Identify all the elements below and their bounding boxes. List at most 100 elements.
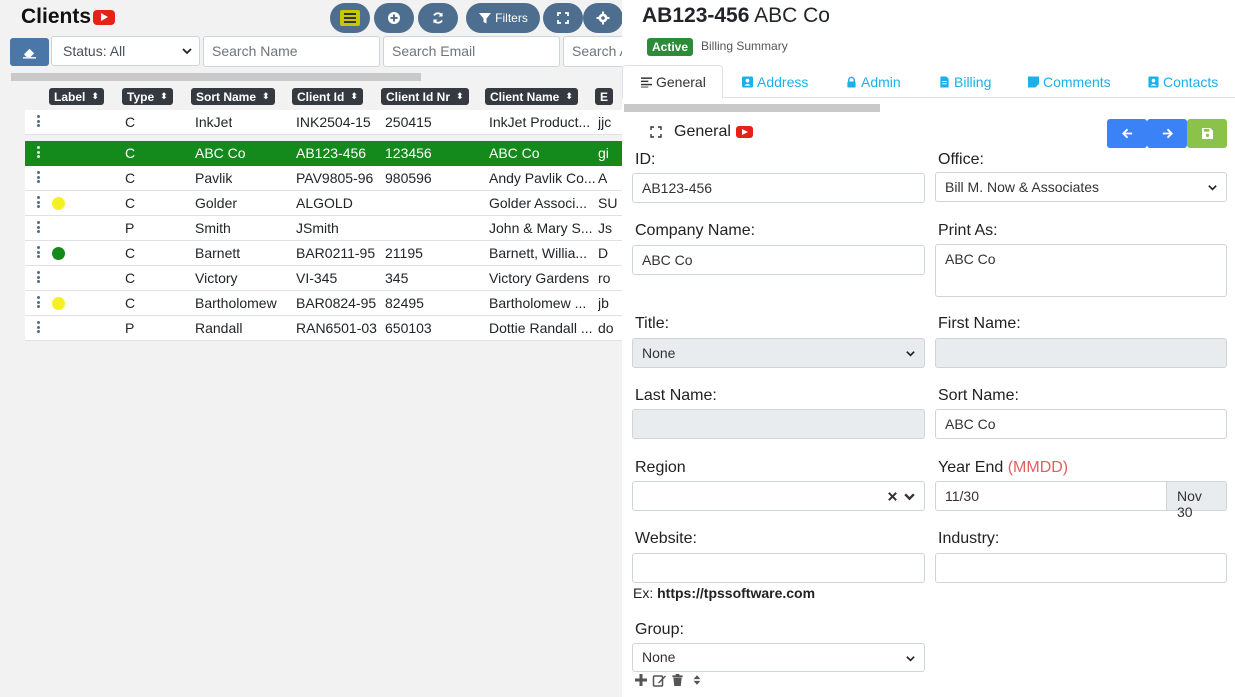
settings-button[interactable] [583,3,622,33]
table-row[interactable]: C InkJet INK2504-15 250415 InkJet Product...… [25,110,622,135]
table-row[interactable]: C Golder ALGOLD Golder Associ... SU [25,191,622,216]
cell-sort: Golder [195,195,238,211]
table-row[interactable]: C Victory VI-345 345 Victory Gardens ro [25,266,622,291]
column-header-label[interactable]: Label ⬍ [49,88,104,105]
print-as-textarea[interactable]: ABC Co [935,244,1227,297]
previous-record-button[interactable] [1107,119,1147,148]
row-menu-icon[interactable] [37,221,40,235]
cell-cnr: 980596 [385,170,432,186]
search-name-input[interactable]: Search Name [203,36,380,67]
fullscreen-button[interactable] [543,3,583,33]
table-row[interactable]: P Randall RAN6501-03 650103 Dottie Randall .… [25,316,622,341]
chevron-down-icon [906,351,915,357]
row-menu-icon[interactable] [37,296,40,310]
add-client-button[interactable] [374,3,414,33]
expand-icon[interactable] [650,126,662,138]
cell-type: C [125,270,136,286]
horizontal-scrollbar[interactable] [11,73,421,81]
group-select[interactable]: None [632,643,925,672]
clear-filters-button[interactable] [10,38,49,66]
title-select[interactable]: None [632,338,925,368]
cell-cnr: 345 [385,270,409,286]
cell-sort: InkJet [195,114,233,130]
row-menu-icon[interactable] [37,171,40,185]
website-field[interactable] [632,553,925,583]
region-select[interactable] [632,481,925,511]
chevron-down-icon [182,48,192,55]
tab-billing[interactable]: Billing [939,65,991,98]
tab-admin[interactable]: Admin [846,65,901,98]
id-field[interactable]: AB123-456 [632,173,925,203]
table-row[interactable]: C Pavlik PAV9805-96 980596 Andy Pavlik Co...… [25,166,622,191]
sort-icon: ⬍ [350,91,358,101]
search-email-input[interactable]: Search Email [383,36,560,67]
status-filter-select[interactable]: Status: All [51,36,200,66]
youtube-video-icon[interactable] [93,9,116,25]
company-name-field[interactable]: ABC Co [632,245,925,275]
cell-email: do [598,320,614,336]
tab-general[interactable]: General [622,65,723,99]
arrow-right-icon [1162,128,1173,139]
tab-address[interactable]: Address [742,65,808,98]
save-icon [1201,128,1213,139]
office-select[interactable]: Bill M. Now & Associates [935,172,1227,202]
cell-email: gi [598,145,609,161]
cell-cname: Golder Associ... [489,195,588,211]
year-end-field[interactable]: 11/30 [935,481,1167,511]
gear-icon [596,11,610,25]
row-menu-icon[interactable] [37,146,40,160]
search-other-input[interactable]: Search A [563,36,622,67]
youtube-video-icon[interactable] [735,126,753,138]
next-record-button[interactable] [1147,119,1187,148]
column-header-client-id-nr[interactable]: Client Id Nr ⬍ [381,88,469,105]
cell-cname: Andy Pavlik Co... [489,170,595,186]
table-row[interactable]: C Barnett BAR0211-95 21195 Barnett, Willia..… [25,241,622,266]
first-name-field[interactable] [935,338,1227,368]
cell-sort: Randall [195,320,243,336]
row-menu-icon[interactable] [37,321,40,335]
refresh-button[interactable] [418,3,458,33]
align-left-icon [641,77,652,88]
label-color-dot [52,247,65,260]
column-header-client-name[interactable]: Client Name ⬍ [485,88,578,105]
edit-icon[interactable] [652,673,667,687]
row-menu-icon[interactable] [37,271,40,285]
table-row[interactable]: C ABC Co AB123-456 123456 ABC Co gi [25,141,622,166]
cell-type: P [125,220,135,236]
column-header-email[interactable]: E [595,88,614,105]
cell-type: P [125,320,135,336]
column-header-sort-name[interactable]: Sort Name ⬍ [191,88,275,105]
industry-field[interactable] [935,553,1227,583]
cell-email: D [598,245,609,261]
label-color-dot [52,197,65,210]
trash-icon[interactable] [671,673,684,687]
tab-comments[interactable]: Comments [1028,65,1111,98]
column-header-client-id[interactable]: Client Id ⬍ [292,88,363,105]
horizontal-scrollbar[interactable] [624,104,880,112]
clear-icon[interactable] [887,491,898,502]
save-button[interactable] [1187,119,1227,148]
filters-button[interactable]: Filters [466,3,540,33]
row-menu-icon[interactable] [37,115,40,129]
client-name-heading: ABC Co [754,4,830,27]
billing-summary-link[interactable]: Billing Summary [701,39,788,53]
row-menu-icon[interactable] [37,246,40,260]
table-row[interactable]: P Smith JSmith John & Mary S... Js [25,216,622,241]
address-card-icon [742,76,753,87]
column-header-type[interactable]: Type ⬍ [122,88,173,105]
list-view-button[interactable] [330,3,370,33]
sort-icon[interactable] [691,673,703,687]
invoice-icon [940,76,949,87]
sort-name-field[interactable]: ABC Co [935,409,1227,439]
group-actions [634,673,703,687]
last-name-field[interactable] [632,409,925,439]
plus-icon[interactable] [634,673,648,687]
table-row[interactable]: C Bartholomew BAR0824-95 82495 Bartholomew .… [25,291,622,316]
cell-email: Js [598,220,612,236]
year-end-display: Nov 30 [1166,481,1227,520]
tab-contacts[interactable]: Contacts [1148,65,1218,98]
cell-type: C [125,170,136,186]
row-menu-icon[interactable] [37,196,40,210]
cell-email: jb [598,295,609,311]
cell-sort: Barnett [195,245,241,261]
